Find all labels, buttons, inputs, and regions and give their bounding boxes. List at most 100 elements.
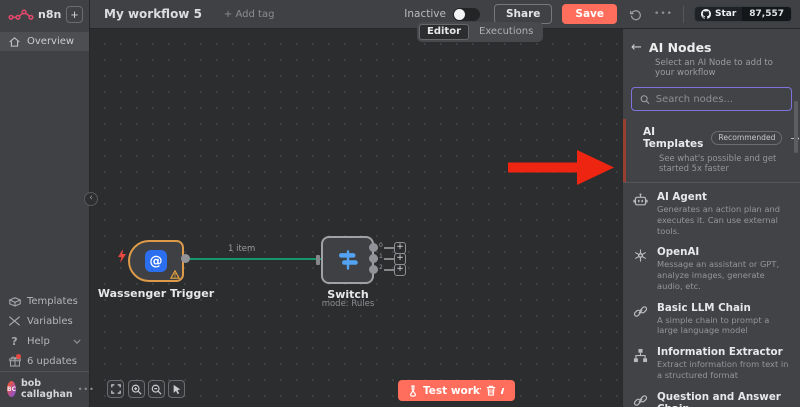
warning-triangle-icon — [170, 270, 180, 279]
featured-title: AI Templates — [643, 126, 703, 150]
ai-nodes-panel: ← AI Nodes Select an AI Node to add to y… — [622, 29, 800, 407]
featured-description: See what's possible and get started 5x f… — [659, 153, 792, 173]
scrollbar-thumb[interactable] — [794, 101, 798, 153]
trigger-bolt-icon — [117, 249, 127, 263]
sidebar-item-templates[interactable]: Templates — [0, 291, 89, 311]
node-item-qa-chain[interactable]: Question and Answer Chain Answer questio… — [623, 386, 800, 407]
signpost-icon — [336, 248, 360, 272]
switch-output-port-2[interactable] — [369, 265, 378, 274]
editor-tabs: Editor Executions — [417, 22, 543, 42]
user-name: bob callaghan — [21, 378, 73, 400]
sidebar-item-label: Overview — [27, 36, 74, 47]
search-icon — [640, 94, 650, 105]
chain-icon — [632, 391, 648, 407]
chevron-down-icon — [73, 339, 81, 344]
pointer-tool-button[interactable] — [168, 380, 185, 398]
node-title: Basic LLM Chain — [657, 302, 792, 314]
node-description: Extract information from text in a struc… — [657, 359, 792, 381]
panel-title: AI Nodes — [649, 40, 712, 55]
openai-icon — [632, 246, 648, 263]
home-icon — [8, 37, 21, 47]
user-options-icon[interactable]: ••• — [78, 385, 95, 394]
left-sidebar: n8n + Overview Templates Variables ? Hel… — [0, 0, 90, 407]
chain-icon — [632, 302, 648, 319]
tab-editor[interactable]: Editor — [419, 24, 469, 40]
toggle-knob — [454, 9, 465, 20]
connection-items-label: 1 item — [228, 244, 255, 254]
pointer-icon — [172, 384, 182, 395]
robot-icon — [632, 191, 648, 208]
active-toggle[interactable] — [453, 8, 480, 21]
add-tag-button[interactable]: + Add tag — [224, 9, 275, 20]
sidebar-collapse-button[interactable]: ‹ — [84, 192, 98, 206]
share-button[interactable]: Share — [494, 4, 552, 24]
updates-badge-dot — [16, 354, 21, 359]
annotation-arrow — [508, 149, 616, 186]
zoom-in-icon — [131, 384, 142, 395]
recommended-badge: Recommended — [711, 131, 782, 145]
zoom-out-button[interactable] — [148, 380, 165, 398]
n8n-logo[interactable]: n8n — [8, 7, 61, 23]
panel-subtitle: Select an AI Node to add to your workflo… — [655, 58, 790, 78]
output-label-1: 1 — [378, 253, 384, 260]
help-icon: ? — [8, 335, 21, 348]
zoom-out-icon — [151, 384, 162, 395]
node-item-ai-agent[interactable]: AI Agent Generates an action plan and ex… — [623, 186, 800, 241]
node-item-basic-llm-chain[interactable]: Basic LLM Chain A simple chain to prompt… — [623, 297, 800, 342]
github-star-widget[interactable]: Star 87,557 — [694, 6, 792, 22]
switch-input-port[interactable] — [316, 255, 320, 265]
sidebar-item-variables[interactable]: Variables — [0, 311, 89, 331]
zoom-in-button[interactable] — [128, 380, 145, 398]
search-input[interactable] — [656, 94, 783, 105]
output-label-2: 2 — [378, 264, 384, 271]
back-icon[interactable]: ← — [631, 40, 642, 55]
ai-node-list: AI Agent Generates an action plan and ex… — [623, 183, 800, 407]
workflow-menu-icon[interactable]: ••• — [654, 9, 673, 19]
sidebar-item-label: Templates — [27, 296, 78, 307]
github-icon — [701, 9, 711, 19]
search-box[interactable] — [631, 87, 792, 111]
delete-button[interactable] — [481, 380, 501, 401]
sidebar-item-overview[interactable]: Overview — [0, 32, 89, 51]
workflow-title[interactable]: My workflow 5 — [104, 7, 202, 21]
output-label-0: 0 — [378, 242, 384, 249]
connection-line[interactable] — [187, 258, 323, 260]
logo-text: n8n — [38, 8, 61, 21]
variables-icon — [8, 316, 21, 326]
highlight-bar — [623, 119, 626, 182]
sidebar-item-label: Variables — [27, 316, 73, 327]
node-title: Question and Answer Chain — [657, 391, 792, 407]
node-title: AI Agent — [657, 191, 792, 203]
new-workflow-button[interactable]: + — [66, 6, 83, 23]
node-switch[interactable] — [321, 236, 374, 284]
n8n-logo-icon — [8, 7, 34, 23]
node-wassenger-trigger[interactable]: @ — [128, 240, 184, 282]
node-title: OpenAI — [657, 246, 792, 258]
fit-view-button[interactable] — [107, 380, 124, 398]
sidebar-item-label: 6 updates — [27, 356, 77, 367]
fit-view-icon — [111, 384, 121, 394]
node-title: Information Extractor — [657, 346, 792, 358]
user-menu[interactable]: BC bob callaghan ••• — [0, 371, 89, 407]
status-label: Inactive — [404, 8, 446, 20]
node-label: Wassenger Trigger — [96, 287, 216, 300]
ai-templates-item[interactable]: AI Templates Recommended → See what's po… — [623, 119, 800, 182]
templates-icon — [8, 296, 21, 307]
node-subtitle: mode: Rules — [288, 299, 408, 309]
trigger-output-port[interactable] — [181, 254, 190, 263]
node-description: A simple chain to prompt a large languag… — [657, 315, 792, 337]
sidebar-item-updates[interactable]: 6 updates — [0, 351, 89, 371]
avatar: BC — [7, 381, 16, 397]
tree-icon — [632, 346, 648, 363]
flask-icon — [408, 385, 418, 397]
sidebar-item-help[interactable]: ? Help — [0, 331, 89, 351]
workflow-canvas[interactable] — [90, 29, 622, 407]
node-item-information-extractor[interactable]: Information Extractor Extract informatio… — [623, 341, 800, 386]
switch-output-port-0[interactable] — [369, 243, 378, 252]
tab-executions[interactable]: Executions — [471, 24, 541, 40]
add-node-button-2[interactable]: + — [394, 264, 406, 276]
save-button[interactable]: Save — [562, 4, 617, 24]
history-icon[interactable] — [629, 8, 642, 21]
node-item-openai[interactable]: OpenAI Message an assistant or GPT, anal… — [623, 241, 800, 296]
switch-output-port-1[interactable] — [369, 254, 378, 263]
